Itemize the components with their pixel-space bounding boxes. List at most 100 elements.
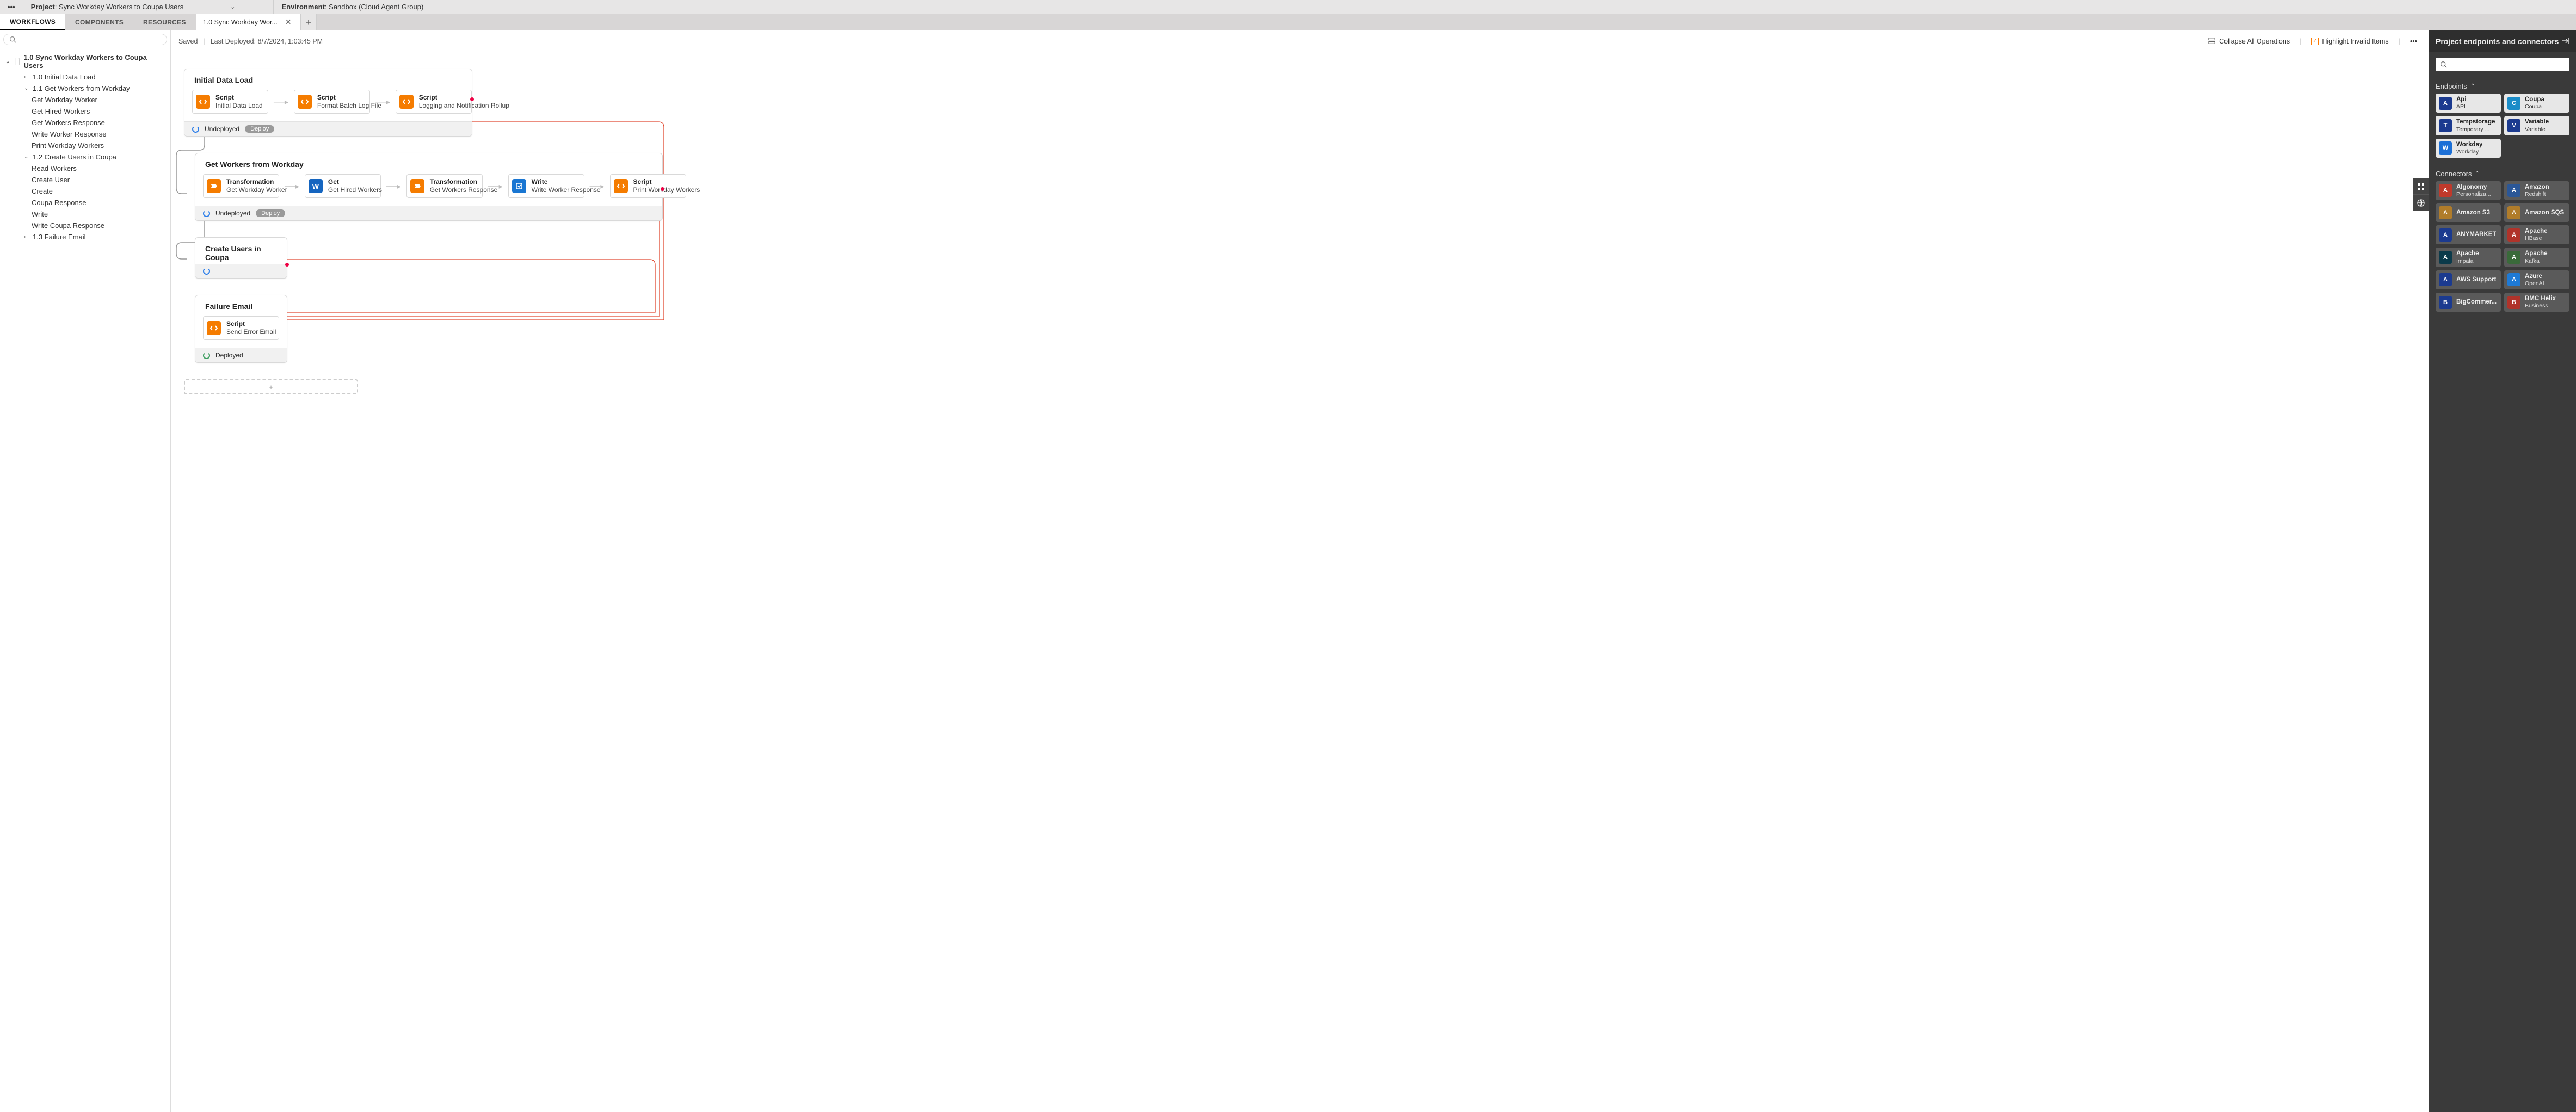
tree-leaf-label: Write Coupa Response xyxy=(32,221,104,230)
connector-search-input[interactable] xyxy=(2436,58,2569,71)
card-name: Apache xyxy=(2525,228,2548,235)
operation-title[interactable]: Get Workers from Workday xyxy=(195,153,662,171)
step-name: Format Batch Log File xyxy=(317,102,381,110)
operation-step[interactable]: Write Write Worker Response xyxy=(508,174,584,198)
operation-step[interactable]: Script Send Error Email xyxy=(203,316,279,340)
chevron-up-icon: ⌃ xyxy=(2475,171,2479,177)
arrow-icon: ──▸ xyxy=(375,97,390,107)
tree-leaf-label: Get Workday Worker xyxy=(32,96,97,104)
card-name: Apache xyxy=(2525,250,2548,257)
tree-leaf[interactable]: Create xyxy=(30,186,166,197)
tree-search-input[interactable] xyxy=(3,34,167,45)
tree-leaf[interactable]: Get Hired Workers xyxy=(30,106,166,117)
tree-leaf[interactable]: Print Workday Workers xyxy=(30,140,166,151)
endpoint-card[interactable]: W Workday Workday xyxy=(2436,139,2501,158)
tree-leaf[interactable]: Write xyxy=(30,208,166,220)
highlight-invalid-button[interactable]: ✓ Highlight Invalid Items xyxy=(2307,35,2393,47)
connector-card[interactable]: A Apache HBase xyxy=(2504,225,2569,244)
tree-leaf-label: Print Workday Workers xyxy=(32,141,104,150)
card-sub: Business xyxy=(2525,302,2556,309)
tab-resources[interactable]: RESOURCES xyxy=(133,14,196,30)
endpoint-card[interactable]: T Tempstorage Temporary ... xyxy=(2436,116,2501,135)
connector-card[interactable]: A Apache Kafka xyxy=(2504,248,2569,267)
workday-icon: W xyxy=(309,179,323,193)
operation-title[interactable]: Create Users in Coupa xyxy=(195,238,287,264)
components-panel-toggle[interactable] xyxy=(2413,178,2429,195)
collapse-panel-button[interactable] xyxy=(2561,36,2569,47)
tree-leaf[interactable]: Get Workday Worker xyxy=(30,94,166,106)
operation-step[interactable]: Script Format Batch Log File xyxy=(294,90,370,114)
operation-step[interactable]: W Get Get Hired Workers xyxy=(305,174,381,198)
tree-leaf-label: Create xyxy=(32,187,53,195)
arrow-icon: ──▸ xyxy=(590,182,605,191)
connector-icon: W xyxy=(2439,141,2452,155)
script-icon xyxy=(207,321,221,335)
connector-icon: V xyxy=(2507,119,2520,132)
tree-root[interactable]: ⌄ 1.0 Sync Workday Workers to Coupa User… xyxy=(4,52,166,71)
operation-step[interactable]: Transformation Get Workday Worker xyxy=(203,174,279,198)
connector-card[interactable]: A Amazon SQS xyxy=(2504,203,2569,222)
tree-item-label: 1.3 Failure Email xyxy=(33,233,86,241)
separator: | xyxy=(203,38,205,45)
deploy-button[interactable]: Deploy xyxy=(245,125,274,133)
card-name: Azure xyxy=(2525,273,2544,280)
step-name: Send Error Email xyxy=(226,328,276,336)
transform-icon xyxy=(410,179,424,193)
connectors-section-header[interactable]: Connectors ⌃ xyxy=(2436,166,2569,181)
arrow-icon: ──▸ xyxy=(285,182,299,191)
connector-card[interactable]: B BigCommer... xyxy=(2436,293,2501,312)
deploy-button[interactable]: Deploy xyxy=(256,209,285,217)
card-name: Tempstorage xyxy=(2456,119,2495,126)
arrow-icon: ──▸ xyxy=(274,97,288,107)
global-panel-toggle[interactable] xyxy=(2413,195,2429,211)
card-name: Amazon S3 xyxy=(2456,209,2490,217)
tree-leaf[interactable]: Coupa Response xyxy=(30,197,166,208)
tab-workflows[interactable]: WORKFLOWS xyxy=(0,14,65,30)
tree-leaf[interactable]: Create User xyxy=(30,174,166,186)
close-icon[interactable]: ✕ xyxy=(283,17,294,27)
tree-leaf[interactable]: Get Workers Response xyxy=(30,117,166,128)
collapse-all-button[interactable]: Collapse All Operations xyxy=(2203,35,2294,47)
connector-icon: B xyxy=(2507,296,2520,309)
endpoints-section-header[interactable]: Endpoints ⌃ xyxy=(2436,79,2569,94)
operation-step[interactable]: Script Print Workday Workers xyxy=(610,174,686,198)
collapse-icon xyxy=(2208,37,2216,45)
environment-selector[interactable]: Environment: Sandbox (Cloud Agent Group) xyxy=(273,0,431,14)
connector-card[interactable]: A Amazon S3 xyxy=(2436,203,2501,222)
connector-card[interactable]: A Amazon Redshift xyxy=(2504,181,2569,200)
tab-components[interactable]: COMPONENTS xyxy=(65,14,133,30)
tree-leaf[interactable]: Write Coupa Response xyxy=(30,220,166,231)
operation-step[interactable]: Transformation Get Workers Response xyxy=(406,174,483,198)
connector-card[interactable]: A ANYMARKET xyxy=(2436,225,2501,244)
add-operation-button[interactable]: + xyxy=(184,379,358,394)
tree-item[interactable]: › 1.0 Initial Data Load xyxy=(23,71,166,83)
operation-title[interactable]: Failure Email xyxy=(195,295,287,313)
tree-leaf[interactable]: Write Worker Response xyxy=(30,128,166,140)
step-type: Script xyxy=(633,178,700,186)
operation-step[interactable]: Script Initial Data Load xyxy=(192,90,268,114)
connector-card[interactable]: A Algonomy Personaliza... xyxy=(2436,181,2501,200)
tree-item[interactable]: › 1.3 Failure Email xyxy=(23,231,166,243)
connector-card[interactable]: A Apache Impala xyxy=(2436,248,2501,267)
connector-card[interactable]: A AWS Support xyxy=(2436,270,2501,289)
tree-item[interactable]: ⌄ 1.2 Create Users in Coupa xyxy=(23,151,166,163)
endpoint-card[interactable]: V Variable Variable xyxy=(2504,116,2569,135)
tree-leaf[interactable]: Read Workers xyxy=(30,163,166,174)
project-selector[interactable]: Project: Sync Workday Workers to Coupa U… xyxy=(23,0,274,14)
more-menu[interactable]: ••• xyxy=(2406,35,2421,47)
tree-item[interactable]: ⌄ 1.1 Get Workers from Workday xyxy=(23,83,166,94)
operation-step[interactable]: Script Logging and Notification Rollup xyxy=(396,90,472,114)
menu-dots[interactable]: ••• xyxy=(0,0,23,14)
operation-title[interactable]: Initial Data Load xyxy=(184,69,472,87)
add-tab-button[interactable] xyxy=(300,14,317,30)
connector-card[interactable]: B BMC Helix Business xyxy=(2504,293,2569,312)
document-tab[interactable]: 1.0 Sync Workday Wor... ✕ xyxy=(196,14,300,30)
environment-label: Environment xyxy=(281,3,324,11)
status-ring-icon xyxy=(203,210,210,217)
connector-card[interactable]: A Azure OpenAI xyxy=(2504,270,2569,289)
endpoint-card[interactable]: C Coupa Coupa xyxy=(2504,94,2569,113)
project-name: Sync Workday Workers to Coupa Users xyxy=(59,3,183,11)
tree-leaf-label: Read Workers xyxy=(32,164,77,172)
tree-item-label: 1.0 Initial Data Load xyxy=(33,73,96,81)
endpoint-card[interactable]: A Api API xyxy=(2436,94,2501,113)
